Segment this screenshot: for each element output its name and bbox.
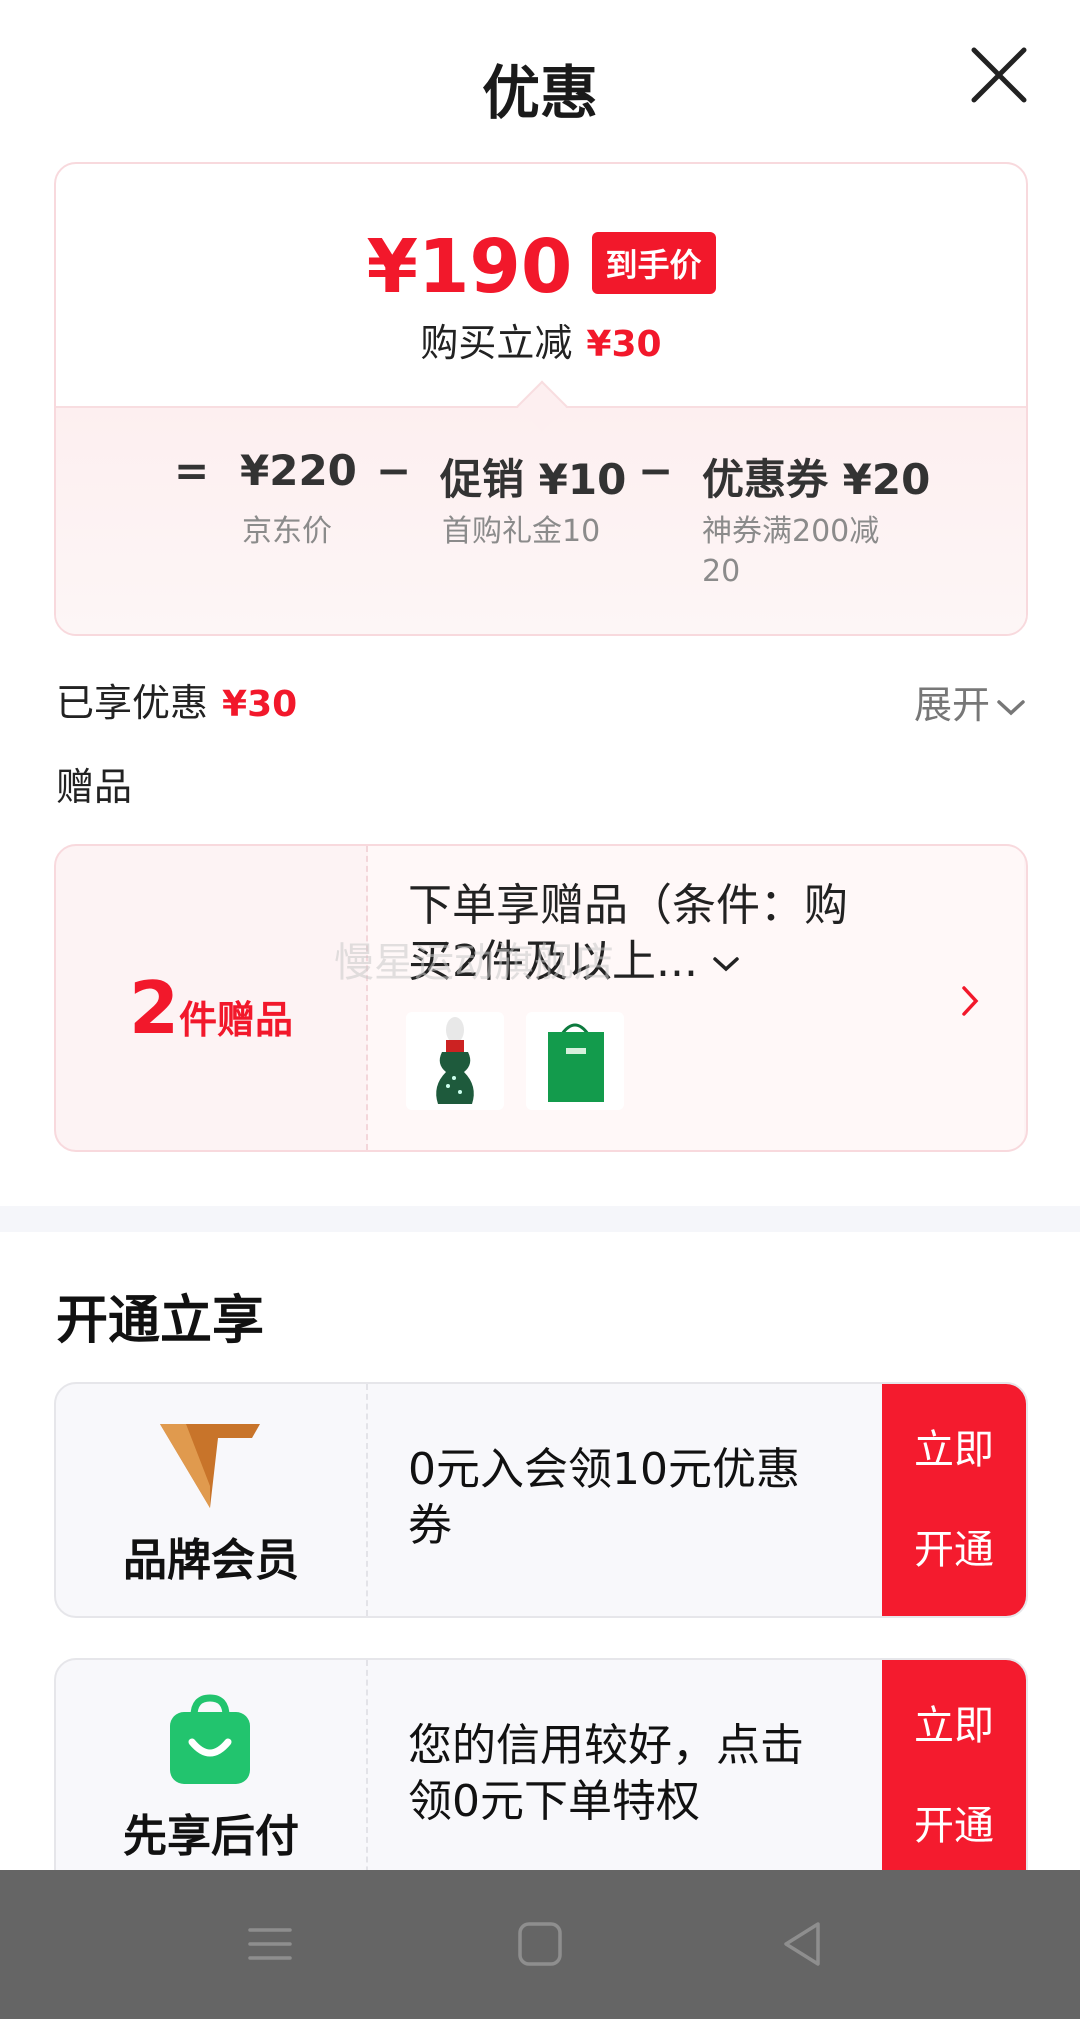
pay-later-title: 先享后付	[123, 1811, 299, 1862]
gift-count: 2件赠品	[128, 966, 294, 1050]
pay-later-card: 先享后付 您的信用较好，点击 领0元下单特权 立即 开通	[54, 1658, 1028, 1894]
chevron-right-icon[interactable]	[960, 984, 980, 1018]
coupon-label: 神券满200减 20	[702, 514, 880, 589]
gift-thumb-bag[interactable]	[526, 1012, 624, 1110]
coupon-sheet: 优惠 ¥190 到手价 购买立减 ¥30 = ¥220 京东价 − 促销 ¥10 …	[0, 0, 1080, 2019]
gift-card[interactable]: 2件赠品 下单享赠品（条件：购 买2件及以上...	[54, 844, 1028, 1152]
jd-price-label: 京东价	[242, 514, 332, 549]
jd-price: ¥220	[240, 446, 357, 495]
pay-later-activate-button[interactable]: 立即 开通	[882, 1660, 1026, 1892]
save-label: 购买立减	[420, 321, 573, 365]
close-icon[interactable]	[968, 44, 1030, 106]
brand-member-desc: 0元入会领10元优惠券	[408, 1444, 800, 1551]
brand-member-card: 品牌会员 0元入会领10元优惠券 立即 开通	[54, 1382, 1028, 1618]
final-price-badge: 到手价	[591, 232, 716, 294]
promo-label: 首购礼金10	[442, 514, 601, 549]
promo-price: 促销 ¥10	[440, 455, 627, 504]
minus-sign: −	[638, 446, 674, 495]
brand-member-activate-button[interactable]: 立即 开通	[882, 1384, 1026, 1616]
gift-thumb-bottle[interactable]	[406, 1012, 504, 1110]
section-divider	[0, 1206, 1080, 1232]
sheet-title: 优惠	[481, 59, 598, 127]
chevron-down-icon[interactable]	[712, 954, 740, 974]
brand-member-title: 品牌会员	[123, 1535, 299, 1586]
back-icon[interactable]	[774, 1914, 834, 1974]
save-amount: ¥30	[586, 324, 662, 365]
store-watermark: 慢星运动旗舰店	[334, 940, 614, 986]
home-icon[interactable]	[510, 1914, 570, 1974]
minus-sign: −	[376, 446, 412, 495]
enjoyed-amount: ¥30	[222, 684, 298, 725]
gift-heading: 赠品	[56, 765, 133, 809]
menu-icon[interactable]	[240, 1914, 300, 1974]
price-breakdown-card: ¥190 到手价 购买立减 ¥30 = ¥220 京东价 − 促销 ¥10 首购礼…	[54, 162, 1028, 636]
shopping-bag-icon	[170, 1694, 250, 1784]
chevron-down-icon	[997, 699, 1025, 715]
enjoyed-discount: 已享优惠 ¥30	[56, 681, 298, 725]
brand-member-logo-icon	[160, 1424, 260, 1508]
section-title: 开通立享	[56, 1291, 265, 1351]
equals-sign: =	[174, 446, 210, 495]
expand-button[interactable]: 展开	[914, 674, 1026, 729]
coupon-price: 优惠券 ¥20	[702, 455, 931, 504]
system-nav-bar	[0, 1870, 1080, 2019]
pay-later-desc: 您的信用较好，点击 领0元下单特权	[408, 1720, 804, 1827]
final-price: ¥190	[366, 224, 573, 310]
